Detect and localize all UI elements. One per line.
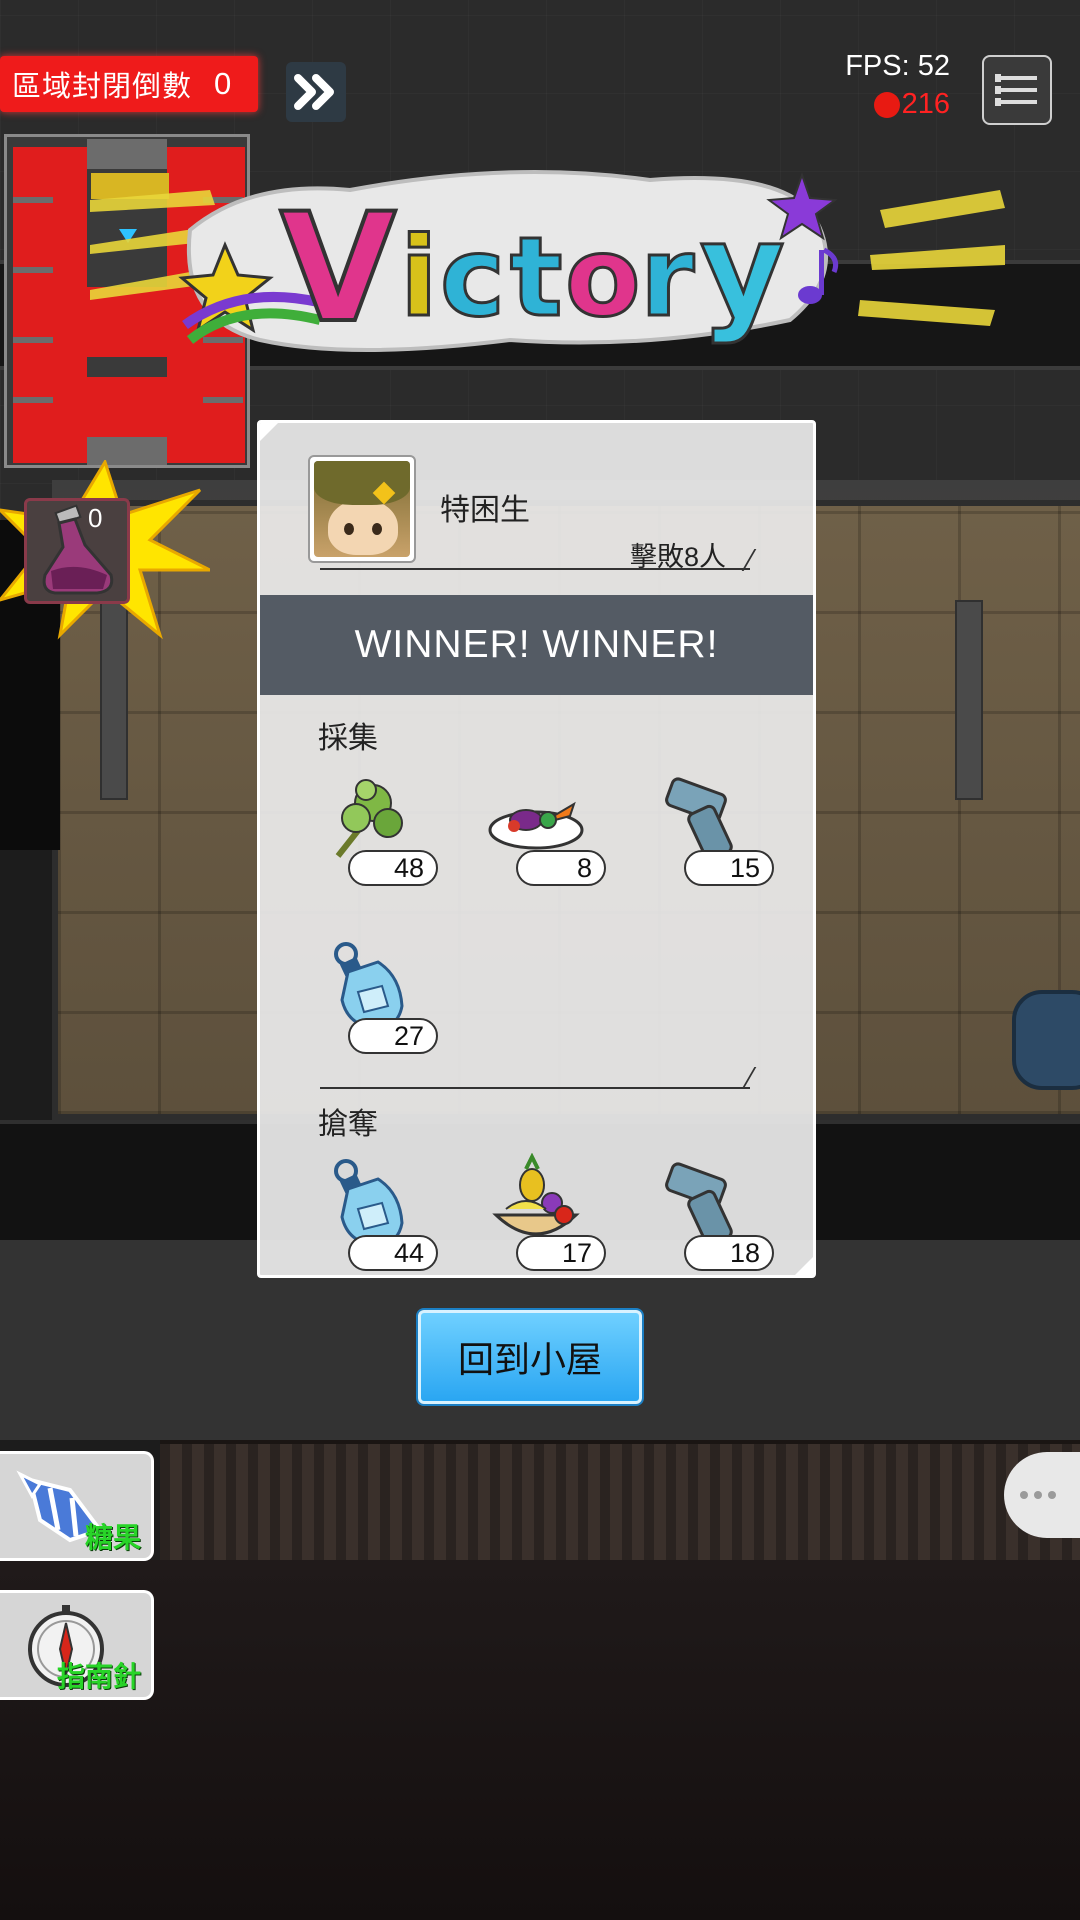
result-panel: 特困生 擊敗8人 WINNER! WINNER! 採集 48 8 15 27 搶… [257,420,816,1278]
plunder-item: 44 [318,1153,448,1275]
ping-value: 216 [901,88,950,120]
item-count: 8 [516,850,606,886]
svg-text:o: o [565,213,641,341]
gather-section-label: 採集 [318,722,378,755]
minimap-wall [13,337,53,343]
menu-button[interactable] [982,55,1052,125]
ping-indicator: 216 [873,88,950,121]
countdown-label: 區域封閉倒數 [12,71,193,103]
panel-corner [795,1257,813,1275]
winner-text: WINNER! WINNER! [354,623,719,666]
victory-banner: V i c t o r y [90,170,1005,358]
ellipsis-icon [1034,1491,1042,1499]
gather-item: 27 [318,936,448,1066]
item-count: 15 [684,850,774,886]
list-icon [995,98,1037,106]
list-icon [995,86,1037,94]
item-count: 18 [684,1235,774,1271]
plunder-item: 17 [486,1153,616,1275]
potion-count: 0 [88,503,103,533]
ellipsis-icon [1048,1491,1056,1499]
divider [741,1067,757,1089]
potion-item-slot[interactable] [24,498,130,604]
zone-close-countdown: 區域封閉倒數 0 [0,56,258,112]
gather-item: 48 [318,768,448,898]
countdown-value: 0 [214,66,232,101]
item-count: 17 [516,1235,606,1271]
candy-item-button[interactable]: 糖果 [0,1451,154,1561]
gather-item: 15 [654,768,784,898]
minimap-zone [13,147,69,463]
ellipsis-icon [1020,1491,1028,1499]
return-home-label: 回到小屋 [457,1339,602,1380]
double-chevron-right-icon [294,74,334,110]
fps-counter: FPS: 52 [845,50,950,82]
plunder-item: 18 [654,1153,784,1275]
scene-fence [160,1440,1080,1560]
gather-item: 8 [486,768,616,898]
divider [320,1087,750,1089]
character-portrait-icon [314,461,410,557]
barrel-icon [1012,990,1080,1090]
svg-text:c: c [440,213,505,341]
minimap-wall [13,397,53,403]
ping-dot-icon [873,91,900,118]
minimap-zone [63,147,87,463]
svg-text:r: r [640,213,694,341]
list-icon [995,74,1037,82]
item-count: 44 [348,1235,438,1271]
divider [320,568,750,570]
winner-bar: WINNER! WINNER! [260,595,813,695]
potion-flask-icon [42,504,114,595]
candy-label: 糖果 [84,1522,141,1553]
return-home-button[interactable]: 回到小屋 [418,1310,642,1404]
item-count: 27 [348,1018,438,1054]
speed-lines-icon [858,190,1005,326]
player-avatar [308,455,416,563]
fast-forward-button[interactable] [286,62,346,122]
compass-item-button[interactable]: 指南針 [0,1590,154,1700]
compass-label: 指南針 [56,1661,141,1692]
scene-pillar [955,600,983,800]
minimap-wall [203,397,243,403]
minimap-wall [13,197,53,203]
svg-text:y: y [700,194,785,346]
panel-corner [260,423,278,441]
scene-bottom [0,1560,1080,1920]
chat-button[interactable] [1004,1452,1080,1538]
player-name: 特困生 [440,494,530,527]
svg-text:t: t [510,213,563,341]
plunder-section-label: 搶奪 [318,1108,378,1141]
svg-text:i: i [400,213,438,341]
item-count: 48 [348,850,438,886]
svg-text:V: V [280,182,396,356]
minimap-wall [13,267,53,273]
